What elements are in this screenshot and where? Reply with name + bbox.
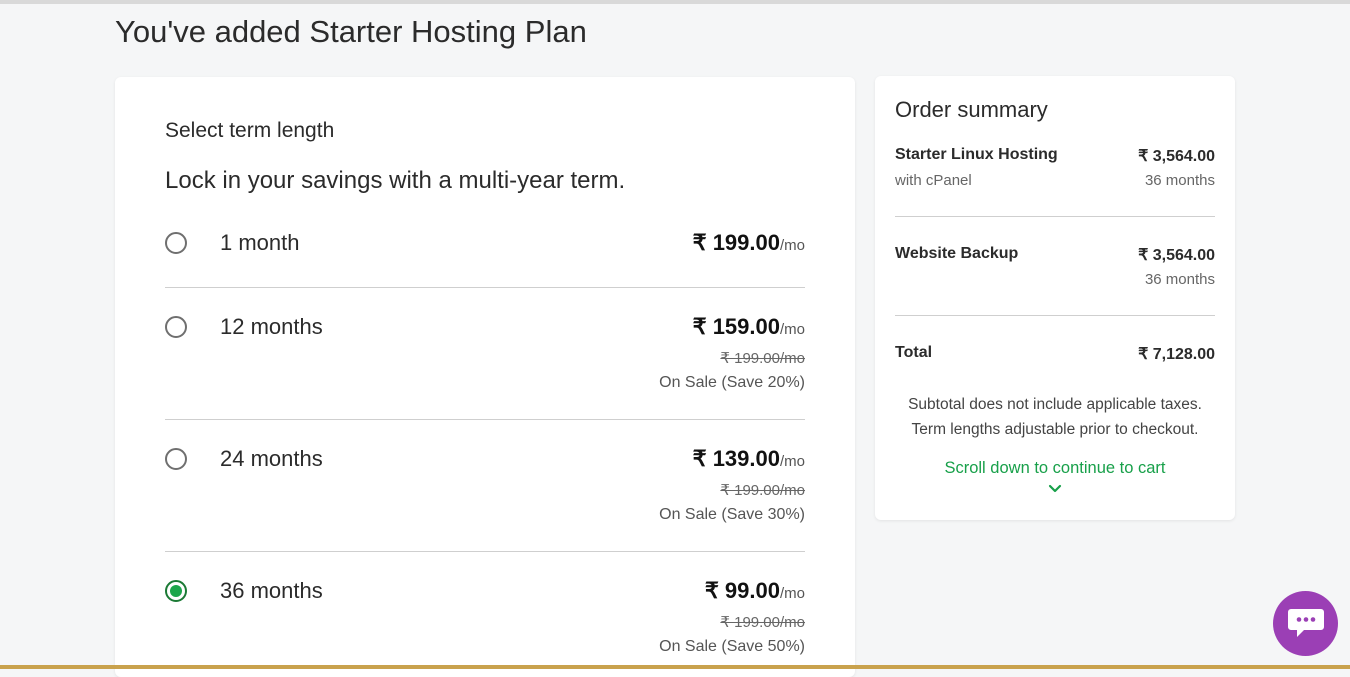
- summary-divider: [895, 315, 1215, 316]
- term-label: 1 month: [220, 230, 300, 255]
- term-option-36-months[interactable]: 36 months ₹ 99.00/mo ₹ 199.00/mo On Sale…: [165, 578, 805, 658]
- term-price: ₹ 139.00/mo: [693, 446, 805, 472]
- term-price: ₹ 99.00/mo: [705, 578, 805, 604]
- summary-disclaimer-terms: Term lengths adjustable prior to checkou…: [911, 421, 1199, 438]
- summary-item-name: Starter Linux Hosting: [895, 146, 1058, 163]
- summary-item-term: 36 months: [1144, 271, 1215, 288]
- price-unit: /mo: [779, 237, 805, 254]
- divider: [165, 551, 805, 552]
- radio-36-months[interactable]: [165, 580, 187, 602]
- summary-item-price: ₹ 3,564.00: [1138, 247, 1215, 264]
- original-price: ₹ 199.00/mo: [720, 482, 805, 499]
- top-border: [0, 0, 1350, 4]
- term-label: 36 months: [220, 578, 323, 603]
- chevron-down-icon[interactable]: [1048, 484, 1062, 494]
- summary-total-label: Total: [895, 344, 933, 361]
- term-label: 12 months: [220, 314, 323, 339]
- term-price: ₹ 159.00/mo: [693, 314, 805, 340]
- term-option-1-month[interactable]: 1 month ₹ 199.00/mo: [165, 230, 805, 260]
- original-price: ₹ 199.00/mo: [720, 350, 805, 367]
- price-amount: ₹ 99.00: [704, 578, 780, 603]
- original-price: ₹ 199.00/mo: [720, 614, 805, 631]
- summary-item-note: with cPanel: [895, 172, 972, 189]
- radio-1-month[interactable]: [165, 232, 187, 254]
- summary-total-value: ₹ 7,128.00: [1138, 346, 1215, 363]
- scroll-to-cart-link[interactable]: Scroll down to continue to cart: [875, 459, 1235, 478]
- chat-button[interactable]: [1273, 591, 1338, 656]
- sale-text: On Sale (Save 20%): [659, 374, 805, 391]
- sale-text: On Sale (Save 30%): [659, 506, 805, 523]
- chat-bubble-icon: [1288, 609, 1324, 637]
- summary-divider: [895, 216, 1215, 217]
- price-amount: ₹ 159.00: [692, 314, 780, 339]
- term-length-subheading: Lock in your savings with a multi-year t…: [165, 167, 626, 194]
- summary-item-price: ₹ 3,564.00: [1138, 148, 1215, 165]
- divider: [165, 287, 805, 288]
- radio-24-months[interactable]: [165, 448, 187, 470]
- summary-disclaimer-taxes: Subtotal does not include applicable tax…: [908, 396, 1202, 413]
- term-price: ₹ 199.00/mo: [693, 230, 805, 256]
- price-unit: /mo: [779, 321, 805, 338]
- term-label: 24 months: [220, 446, 323, 471]
- price-unit: /mo: [779, 453, 805, 470]
- term-option-12-months[interactable]: 12 months ₹ 159.00/mo ₹ 199.00/mo On Sal…: [165, 314, 805, 394]
- sale-text: On Sale (Save 50%): [659, 638, 805, 655]
- radio-12-months[interactable]: [165, 316, 187, 338]
- order-summary-card: Order summary Starter Linux Hosting ₹ 3,…: [875, 76, 1235, 520]
- price-unit: /mo: [779, 585, 805, 602]
- summary-item-name: Website Backup: [895, 245, 1019, 262]
- price-amount: ₹ 199.00: [692, 230, 780, 255]
- term-option-24-months[interactable]: 24 months ₹ 139.00/mo ₹ 199.00/mo On Sal…: [165, 446, 805, 526]
- term-length-card: Select term length Lock in your savings …: [115, 77, 855, 677]
- page-title: You've added Starter Hosting Plan: [115, 14, 587, 49]
- price-amount: ₹ 139.00: [692, 446, 780, 471]
- summary-item-term: 36 months: [1144, 172, 1215, 189]
- order-summary-title: Order summary: [895, 97, 1048, 122]
- bottom-strip: [0, 665, 1350, 669]
- divider: [165, 419, 805, 420]
- term-length-heading: Select term length: [165, 119, 335, 142]
